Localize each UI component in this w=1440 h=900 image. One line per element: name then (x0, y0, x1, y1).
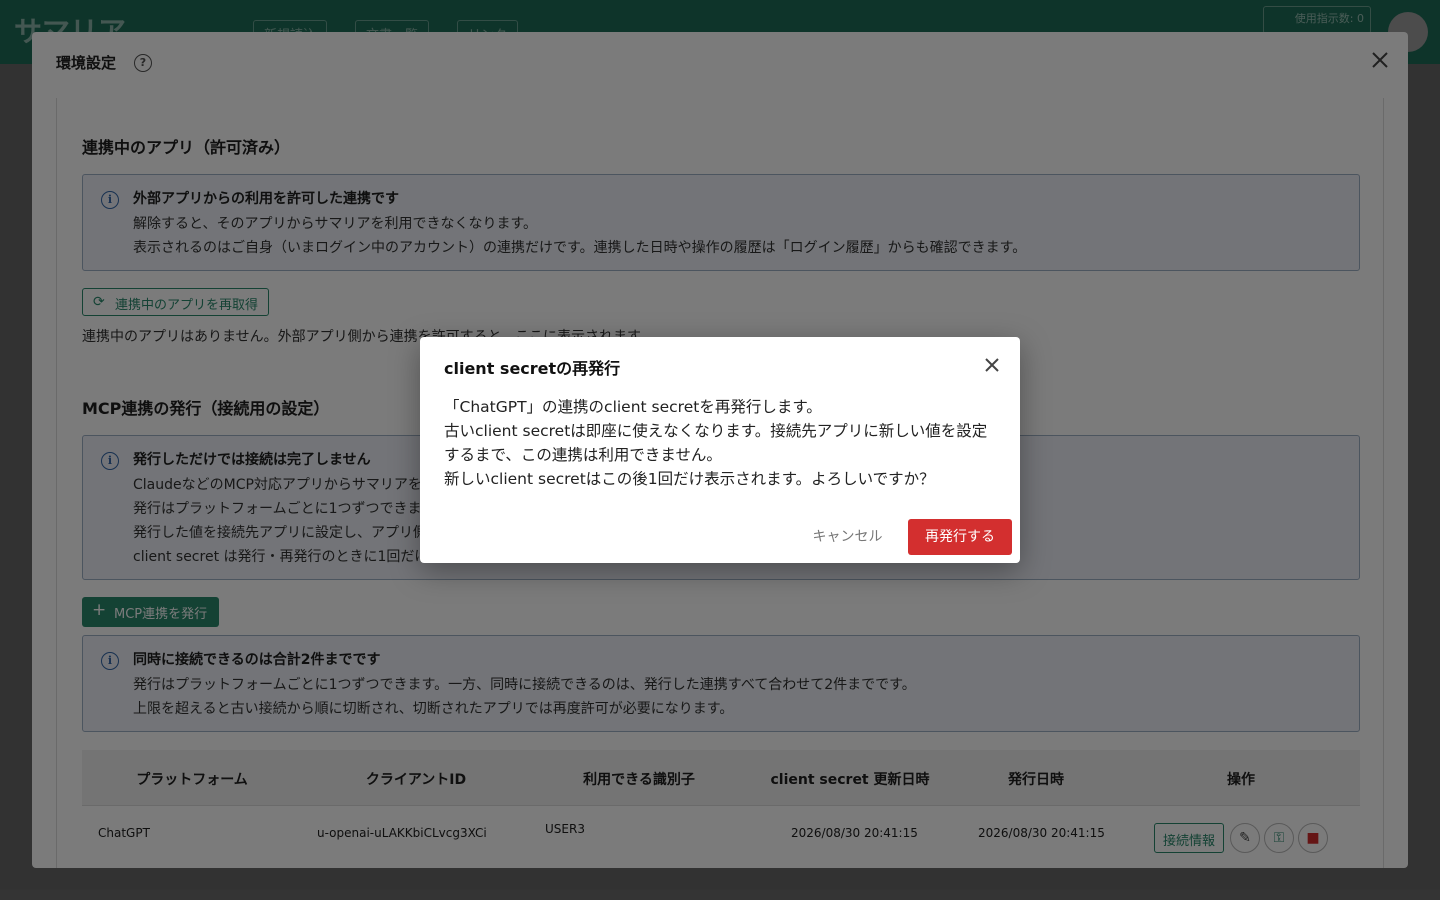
confirm-title: client secretの再発行 (444, 359, 621, 378)
confirm-line: 古いclient secretは即座に使えなくなります。接続先アプリに新しい値を… (444, 422, 988, 440)
confirm-line: 「ChatGPT」の連携のclient secretを再発行します。 (444, 398, 822, 416)
cancel-button[interactable]: キャンセル (800, 519, 895, 555)
confirm-line: 新しいclient secretはこの後1回だけ表示されます。よろしいですか？ (444, 470, 935, 488)
close-icon[interactable] (982, 355, 1002, 375)
confirm-message: 「ChatGPT」の連携のclient secretを再発行します。 古いcli… (444, 395, 1004, 491)
confirm-line: するまで、この連携は利用できません。 (444, 446, 722, 464)
reissue-confirm-dialog: client secretの再発行 「ChatGPT」の連携のclient se… (420, 337, 1020, 563)
reissue-button[interactable]: 再発行する (908, 519, 1012, 555)
